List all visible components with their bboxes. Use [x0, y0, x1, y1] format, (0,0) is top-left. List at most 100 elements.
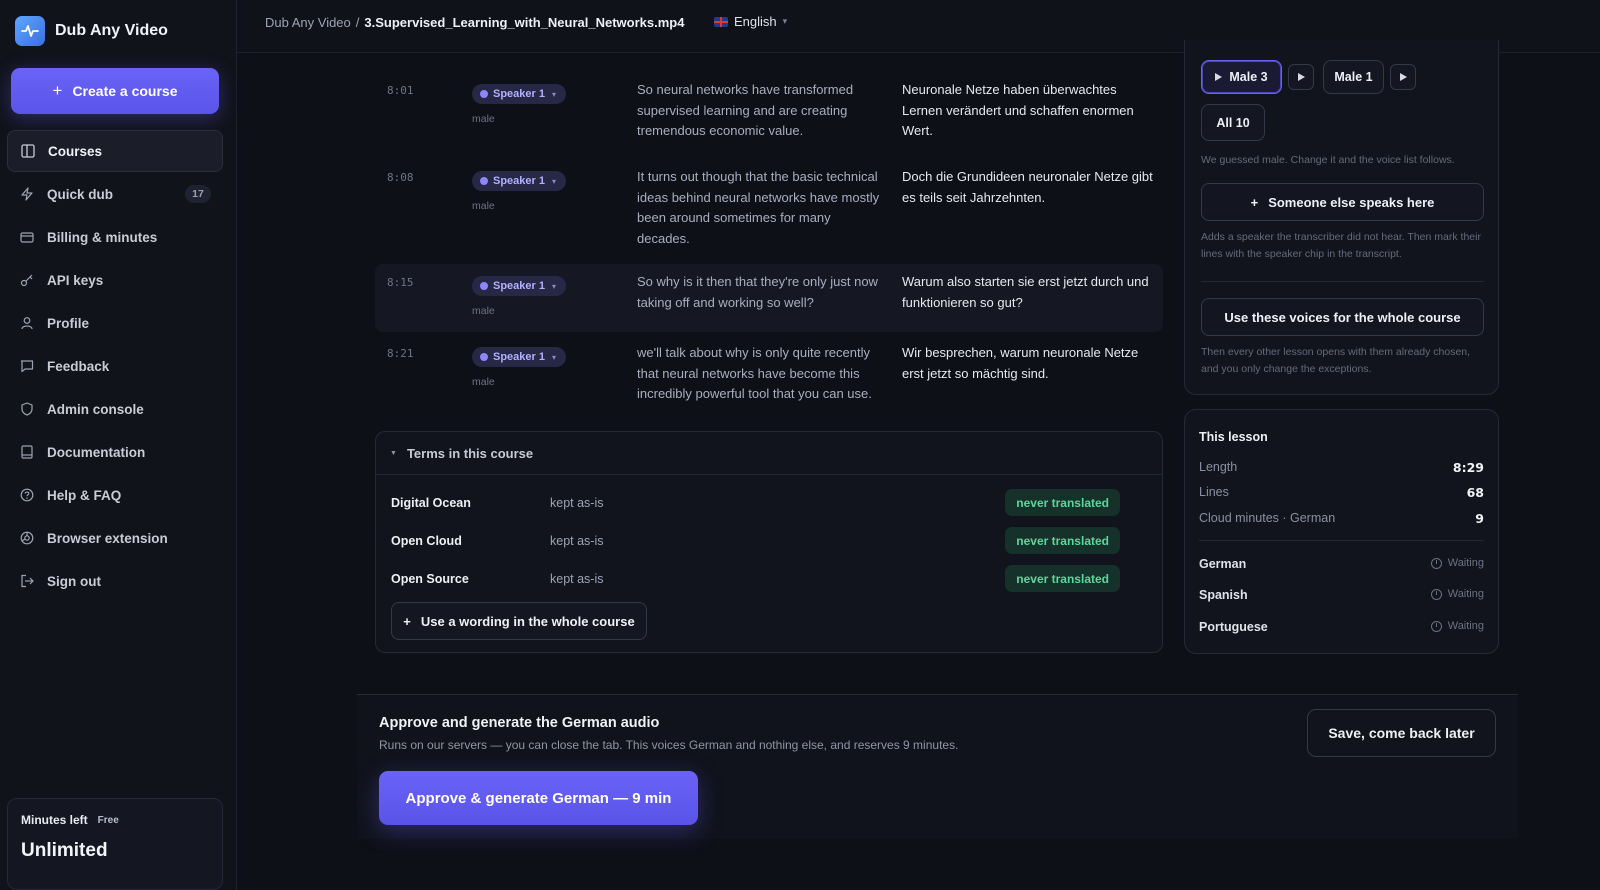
- stat-label: Length: [1199, 460, 1238, 474]
- transcript-row[interactable]: 8:08 Speaker 1 ▾ male It turns out though…: [375, 159, 1163, 263]
- shield-icon: [19, 401, 35, 417]
- translated-text[interactable]: Wir besprechen, warum neuronale Netze er…: [902, 343, 1154, 384]
- whole-course-hint: Then every other lesson opens with them …: [1201, 346, 1471, 375]
- transcript-row[interactable]: 8:15 Speaker 1 ▾ male So why is it then t…: [375, 264, 1163, 332]
- use-voices-whole-course-button[interactable]: Use these voices for the whole course: [1201, 298, 1484, 336]
- play-icon: [1399, 73, 1407, 81]
- line-timestamp: 8:01: [387, 84, 414, 97]
- language-status: Waiting: [1430, 588, 1484, 600]
- sidebar-item-label: Sign out: [47, 573, 101, 589]
- play-icon: [1215, 73, 1223, 81]
- voice-option-male-1[interactable]: Male 1: [1323, 60, 1384, 94]
- sidebar-item-browser-extension[interactable]: Browser extension: [7, 517, 223, 559]
- term-name: Open Source: [391, 572, 469, 586]
- approve-generate-button[interactable]: Approve & generate German — 9 min: [379, 771, 698, 825]
- chevron-down-icon: ▾: [551, 352, 556, 362]
- sidebar-item-documentation[interactable]: Documentation: [7, 431, 223, 473]
- stat-value: 9: [1475, 511, 1484, 526]
- breadcrumb-current: 3.Supervised_Learning_with_Neural_Networ…: [364, 15, 685, 30]
- caret-down-icon: ▼: [390, 449, 397, 457]
- language-selector[interactable]: English ▾: [714, 14, 787, 29]
- translated-text[interactable]: Warum also starten sie erst jetzt durch …: [902, 272, 1154, 313]
- term-row[interactable]: Digital Ocean kept as-is never translate…: [391, 489, 1135, 517]
- preview-male-1-button[interactable]: [1390, 64, 1416, 90]
- speaker-chip[interactable]: Speaker 1 ▾: [472, 84, 566, 104]
- brand-logo-icon: [15, 16, 45, 46]
- speaker-dot-icon: [480, 353, 488, 361]
- speaker-chip[interactable]: Speaker 1 ▾: [472, 347, 566, 367]
- source-text: So why is it then that they're only just…: [637, 274, 878, 310]
- sidebar-nav: Courses Quick dub 17 Billing & minutes A…: [7, 130, 223, 603]
- line-timestamp: 8:08: [387, 171, 414, 184]
- translated-text[interactable]: Neuronale Netze haben überwachtes Lernen…: [902, 80, 1154, 142]
- preview-male-3-button[interactable]: [1288, 64, 1314, 90]
- chevron-down-icon: ▾: [782, 16, 788, 26]
- sidebar-item-help[interactable]: Help & FAQ: [7, 474, 223, 516]
- approve-title: Approve and generate the German audio: [379, 715, 660, 731]
- sidebar: Dub Any Video + Create a course Courses …: [0, 0, 237, 890]
- sidebar-item-profile[interactable]: Profile: [7, 302, 223, 344]
- speaker-chip[interactable]: Speaker 1 ▾: [472, 171, 566, 191]
- term-rule: kept as-is: [550, 496, 604, 510]
- chat-icon: [19, 358, 35, 374]
- terms-toggle[interactable]: ▼ Terms in this course: [376, 432, 1162, 475]
- speaker-gender: male: [472, 305, 495, 317]
- save-later-button[interactable]: Save, come back later: [1307, 709, 1496, 757]
- plus-icon: +: [1250, 194, 1259, 210]
- speaker-label: Speaker 1: [493, 351, 545, 363]
- sidebar-item-billing[interactable]: Billing & minutes: [7, 216, 223, 258]
- chevron-down-icon: ▾: [551, 89, 556, 99]
- brand[interactable]: Dub Any Video: [15, 16, 168, 46]
- voice-guess-hint: We guessed male. Change it and the voice…: [1201, 154, 1455, 166]
- uk-flag-icon: [714, 16, 728, 27]
- breadcrumb-root[interactable]: Dub Any Video: [265, 15, 351, 30]
- voice-option-male-3[interactable]: Male 3: [1201, 60, 1282, 94]
- sidebar-item-sign-out[interactable]: Sign out: [7, 560, 223, 602]
- speaker-label: Speaker 1: [493, 280, 545, 292]
- all-voices-label: All 10: [1216, 115, 1250, 130]
- approve-subtitle: Runs on our servers — you can close the …: [379, 738, 959, 752]
- language-status-spanish: Spanish Waiting: [1199, 588, 1484, 606]
- quick-dub-count-badge: 17: [185, 185, 211, 203]
- term-name: Digital Ocean: [391, 496, 471, 510]
- someone-else-button[interactable]: + Someone else speaks here: [1201, 183, 1484, 221]
- speaker-gender: male: [472, 200, 495, 212]
- lesson-title: This lesson: [1199, 430, 1268, 444]
- lesson-stat-cloud-minutes: Cloud minutes · German 9: [1199, 511, 1484, 529]
- sidebar-item-feedback[interactable]: Feedback: [7, 345, 223, 387]
- source-text: we'll talk about why is only quite recen…: [637, 345, 872, 401]
- sidebar-item-label: Profile: [47, 315, 90, 331]
- all-voices-button[interactable]: All 10: [1201, 104, 1265, 141]
- courses-icon: [20, 143, 36, 159]
- sidebar-item-api-keys[interactable]: API keys: [7, 259, 223, 301]
- sidebar-item-label: Quick dub: [47, 186, 114, 202]
- term-row[interactable]: Open Cloud kept as-is never translated: [391, 527, 1135, 555]
- sidebar-item-courses[interactable]: Courses: [7, 130, 223, 172]
- term-row[interactable]: Open Source kept as-is never translated: [391, 565, 1135, 593]
- use-voices-label: Use these voices for the whole course: [1224, 309, 1461, 325]
- term-rule: kept as-is: [550, 572, 604, 586]
- speaker-dot-icon: [480, 282, 488, 290]
- transcript-row[interactable]: 8:01 Speaker 1 ▾ male So neural networks …: [375, 72, 1163, 156]
- breadcrumb-separator: /: [355, 15, 360, 30]
- source-text: So neural networks have transformed supe…: [637, 82, 854, 138]
- translated-text[interactable]: Doch die Grundideen neuronaler Netze gib…: [902, 167, 1154, 208]
- chevron-down-icon: ▾: [551, 281, 556, 291]
- create-course-label: Create a course: [72, 83, 178, 99]
- clock-icon: [1430, 620, 1442, 632]
- status-label: Waiting: [1447, 588, 1484, 600]
- sidebar-item-admin-console[interactable]: Admin console: [7, 388, 223, 430]
- plan-badge: Free: [97, 814, 119, 826]
- language-name: Portuguese: [1199, 620, 1268, 634]
- lesson-stat-length: Length 8:29: [1199, 460, 1484, 478]
- clock-icon: [1430, 588, 1442, 600]
- create-course-button[interactable]: + Create a course: [11, 68, 219, 114]
- transcript-row[interactable]: 8:21 Speaker 1 ▾ male we'll talk about wh…: [375, 335, 1163, 419]
- someone-else-hint: Adds a speaker the transcriber did not h…: [1201, 231, 1481, 260]
- speaker-label: Speaker 1: [493, 175, 545, 187]
- speaker-chip[interactable]: Speaker 1 ▾: [472, 276, 566, 296]
- language-status-german: German Waiting: [1199, 557, 1484, 575]
- sidebar-item-quick-dub[interactable]: Quick dub 17: [7, 173, 223, 215]
- add-wording-button[interactable]: + Use a wording in the whole course: [391, 602, 647, 640]
- term-status-badge: never translated: [1005, 527, 1120, 554]
